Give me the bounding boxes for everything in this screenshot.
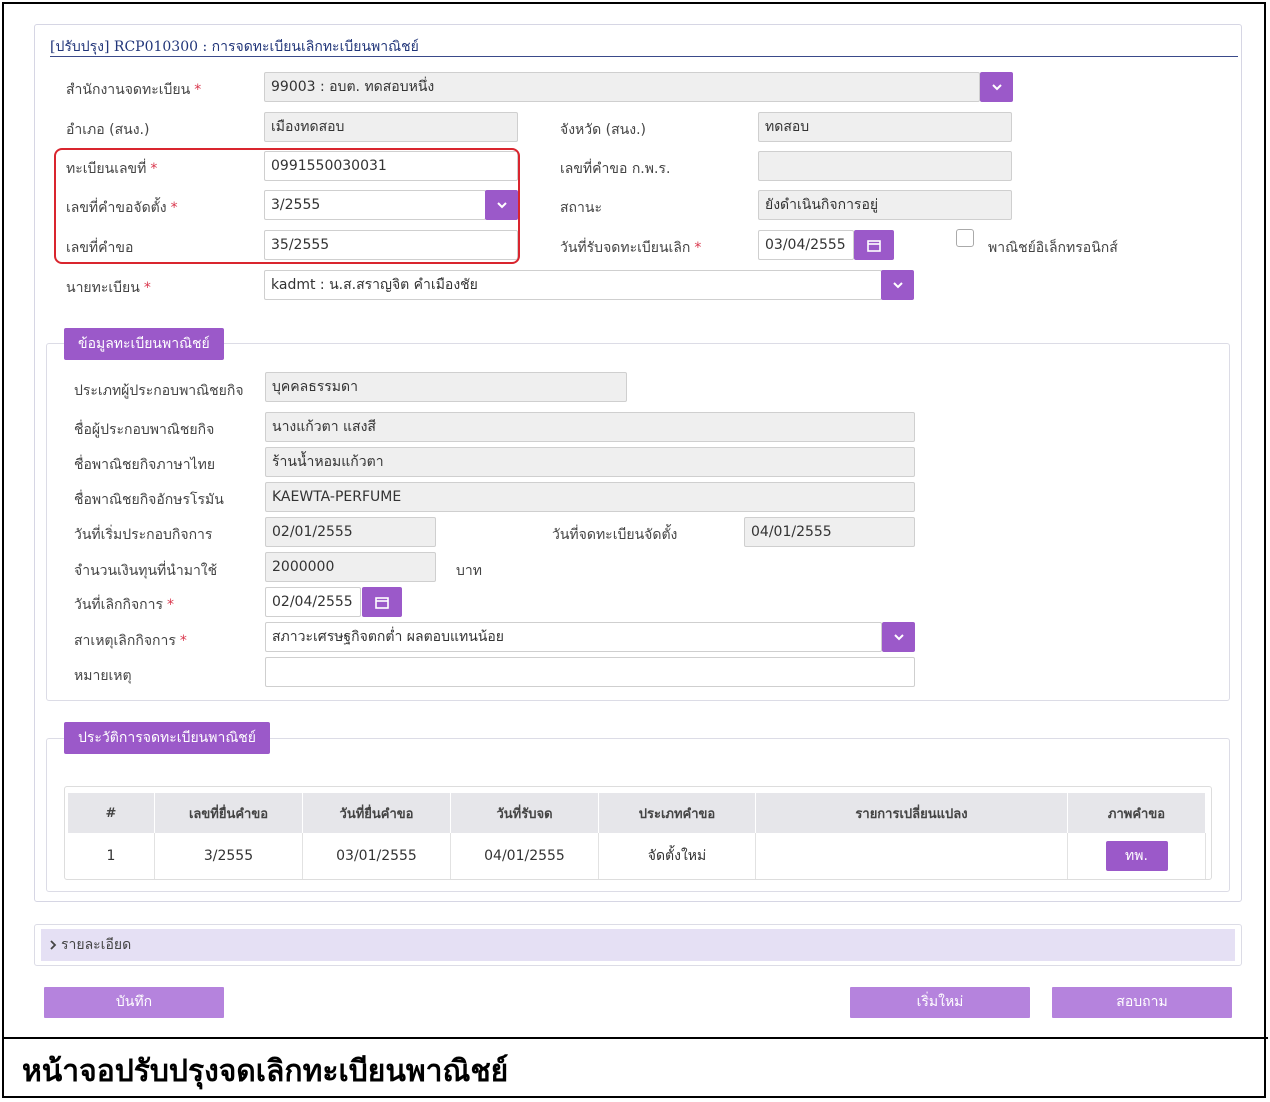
reason-dropdown-button[interactable] [882,622,915,652]
setup-date-label: วันที่จดทะเบียนจัดตั้ง [552,527,678,543]
cell-changes [755,833,1068,879]
chevron-down-icon [892,282,903,289]
col-header-submit-date: วันที่ยื่นคำขอ [302,793,451,833]
col-header-changes: รายการเปลี่ยนแปลง [755,793,1068,833]
cell-type: จัดตั้งใหม่ [598,833,756,879]
col-header-receive-date: วันที่รับจด [450,793,599,833]
office-dropdown-button[interactable] [980,72,1013,102]
close-date-label: วันที่เลิกกิจการ * [74,597,175,613]
table-row: 1 3/2555 03/01/2555 04/01/2555 จัดตั้งให… [68,833,1206,879]
close-date-calendar-button[interactable] [362,587,402,617]
reason-label: สาเหตุเลิกกิจการ * [74,633,187,649]
calendar-icon [867,239,881,252]
inquire-button[interactable]: สอบถาม [1052,987,1232,1018]
province-field: ทดสอบ [758,112,1012,142]
save-button[interactable]: บันทึก [44,987,224,1018]
request-no-pws-field [758,151,1012,181]
chevron-down-icon [991,84,1002,91]
request-image-button[interactable]: ทพ. [1105,841,1168,871]
ecommerce-label: พาณิชย์อิเล็กทรอนิกส์ [988,240,1118,256]
col-header-type: ประเภทคำขอ [598,793,756,833]
receive-date-label: วันที่รับจดทะเบียนเลิก * [560,240,702,256]
history-section-heading: ประวัติการจดทะเบียนพาณิชย์ [64,722,271,754]
operator-name-label: ชื่อผู้ประกอบพาณิชยกิจ [74,422,215,438]
close-date-input[interactable]: 02/04/2555 [265,587,361,617]
capital-field: 2000000 [265,552,436,582]
col-header-no: # [68,793,155,833]
receive-date-input[interactable]: 03/04/2555 [758,230,854,260]
setup-date-field: 04/01/2555 [744,517,915,547]
name-en-field: KAEWTA-PERFUME [265,482,915,512]
status-field: ยังดำเนินกิจการอยู่ [758,190,1012,220]
capital-label: จำนวนเงินทุนที่นำมาใช้ [74,563,218,579]
cell-image: ทพ. [1067,833,1206,879]
reset-button[interactable]: เริ่มใหม่ [850,987,1030,1018]
ecommerce-checkbox[interactable] [956,229,974,247]
name-th-field: ร้านน้ำหอมแก้วตา [265,447,915,477]
district-field: เมืองทดสอบ [264,112,518,142]
table-header-row: # เลขที่ยื่นคำขอ วันที่ยื่นคำขอ วันที่รั… [68,793,1206,833]
cell-receive-date: 04/01/2555 [450,833,599,879]
status-label: สถานะ [560,200,602,216]
cell-submit-date: 03/01/2555 [302,833,451,879]
registrar-label: นายทะเบียน * [66,280,151,296]
details-label: รายละเอียด [61,937,132,953]
receive-date-calendar-button[interactable] [854,230,894,260]
commerce-section-heading: ข้อมูลทะเบียนพาณิชย์ [64,328,224,360]
highlight-box [54,148,520,264]
screen-caption: หน้าจอปรับปรุงจดเลิกทะเบียนพาณิชย์ [22,1054,509,1089]
province-label: จังหวัด (สนง.) [560,122,646,138]
page-title: [ปรับปรุง] RCP010300 : การจดทะเบียนเลิกท… [50,39,419,55]
name-th-label: ชื่อพาณิชยกิจภาษาไทย [74,457,216,473]
col-header-image: ภาพคำขอ [1067,793,1206,833]
operator-type-label: ประเภทผู้ประกอบพาณิชยกิจ [74,383,244,399]
details-accordion[interactable]: รายละเอียด [34,924,1242,966]
caption-divider [2,1037,1268,1039]
title-underline [50,56,1238,57]
capital-unit: บาท [456,563,482,579]
registrar-dropdown-button[interactable] [881,270,914,300]
district-label: อำเภอ (สนง.) [66,122,150,138]
operator-name-field: นางแก้วตา แสงสี [265,412,915,442]
details-accordion-header[interactable]: รายละเอียด [41,929,1235,961]
operator-type-field: บุคคลธรรมดา [265,372,627,402]
cell-no: 1 [68,833,155,879]
reason-select[interactable]: สภาวะเศรษฐกิจตกต่ำ ผลตอบแทนน้อย [265,622,882,652]
history-table: # เลขที่ยื่นคำขอ วันที่ยื่นคำขอ วันที่รั… [68,793,1206,879]
name-en-label: ชื่อพาณิชยกิจอักษรโรมัน [74,492,224,508]
office-label: สำนักงานจดทะเบียน * [66,82,202,98]
chevron-right-icon [50,940,57,950]
note-input[interactable] [265,657,915,687]
col-header-request-no: เลขที่ยื่นคำขอ [154,793,303,833]
office-select[interactable]: 99003 : อบต. ทดสอบหนึ่ง [264,72,980,102]
cell-request-no: 3/2555 [154,833,303,879]
start-date-label: วันที่เริ่มประกอบกิจการ [74,527,213,543]
chevron-down-icon [893,634,904,641]
registrar-select[interactable]: kadmt : น.ส.สราญจิต คำเมืองชัย [264,270,882,300]
calendar-icon [375,596,389,609]
note-label: หมายเหตุ [74,668,132,684]
request-no-pws-label: เลขที่คำขอ ก.พ.ร. [560,161,671,177]
start-date-field: 02/01/2555 [265,517,436,547]
